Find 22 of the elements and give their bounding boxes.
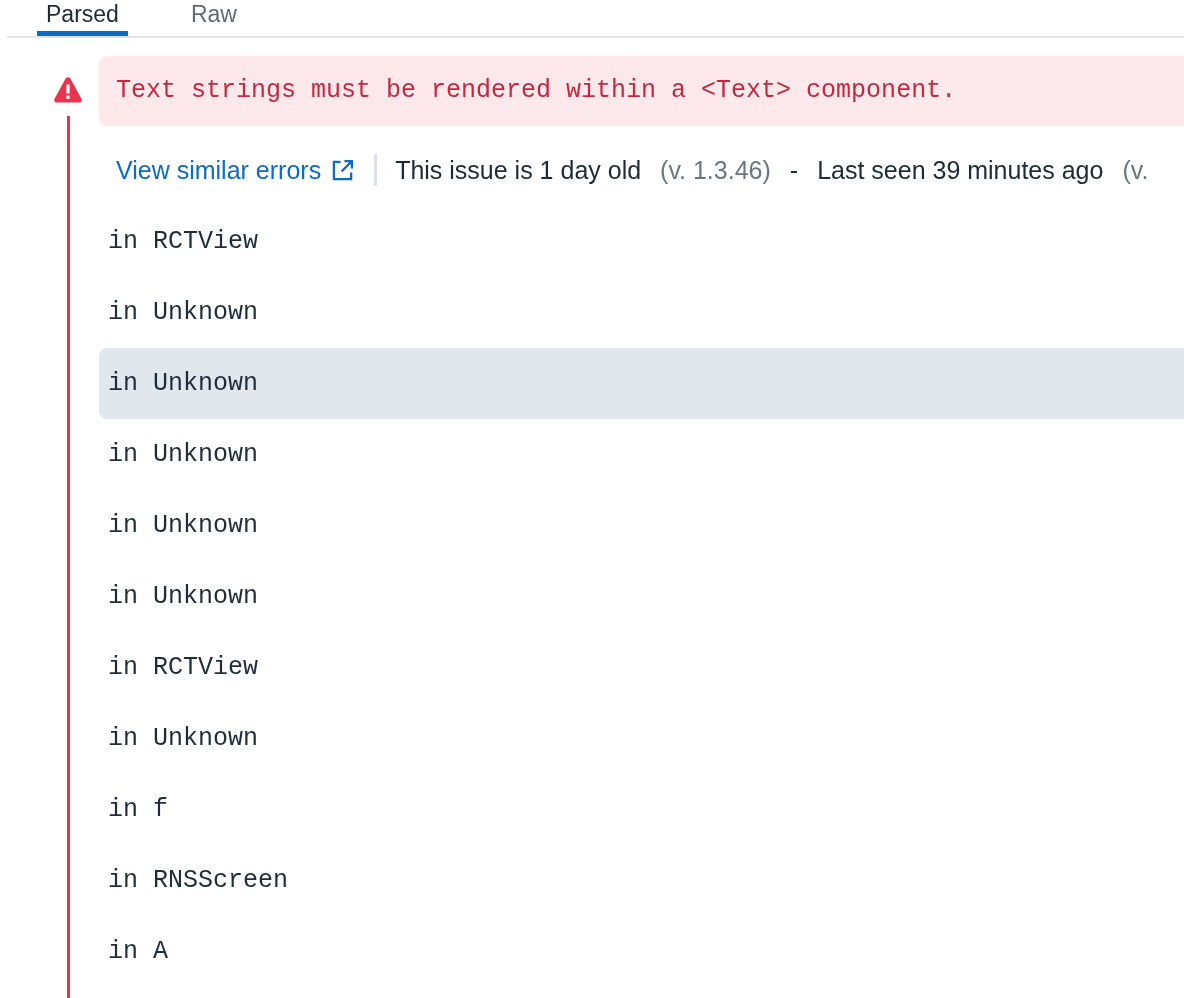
stack-frame: in RCTView bbox=[99, 632, 1184, 703]
stack-frame: in Unknown bbox=[99, 561, 1184, 632]
stack-frame: in Unknown bbox=[99, 419, 1184, 490]
version-text: (v. 1.3.46) bbox=[660, 155, 771, 185]
last-seen-text: Last seen 39 minutes ago bbox=[817, 155, 1104, 185]
dash-text: - bbox=[789, 155, 799, 185]
tab[interactable]: Raw bbox=[181, 0, 246, 36]
warning-icon bbox=[54, 77, 82, 103]
stack-frame: in A bbox=[99, 916, 1184, 987]
stack-frame: in RCTView bbox=[99, 206, 1184, 277]
stack-frame: in Unknown bbox=[99, 490, 1184, 561]
stack-frame: in Unknown bbox=[99, 703, 1184, 774]
stack-frame: in Unknown bbox=[99, 277, 1184, 348]
issue-age-text: This issue is 1 day old bbox=[395, 155, 642, 185]
stack-frame: in Unknown bbox=[99, 348, 1184, 419]
stack-frame: in RNSScreen bbox=[99, 845, 1184, 916]
external-link-icon bbox=[331, 158, 355, 182]
error-message: Text strings must be rendered within a <Text> component. bbox=[99, 56, 1184, 126]
tab[interactable]: Parsed bbox=[37, 0, 128, 36]
version-text: (v. bbox=[1122, 155, 1149, 185]
stack-frame: in f bbox=[99, 774, 1184, 845]
view-similar-errors-link[interactable]: View similar errors bbox=[116, 155, 355, 185]
